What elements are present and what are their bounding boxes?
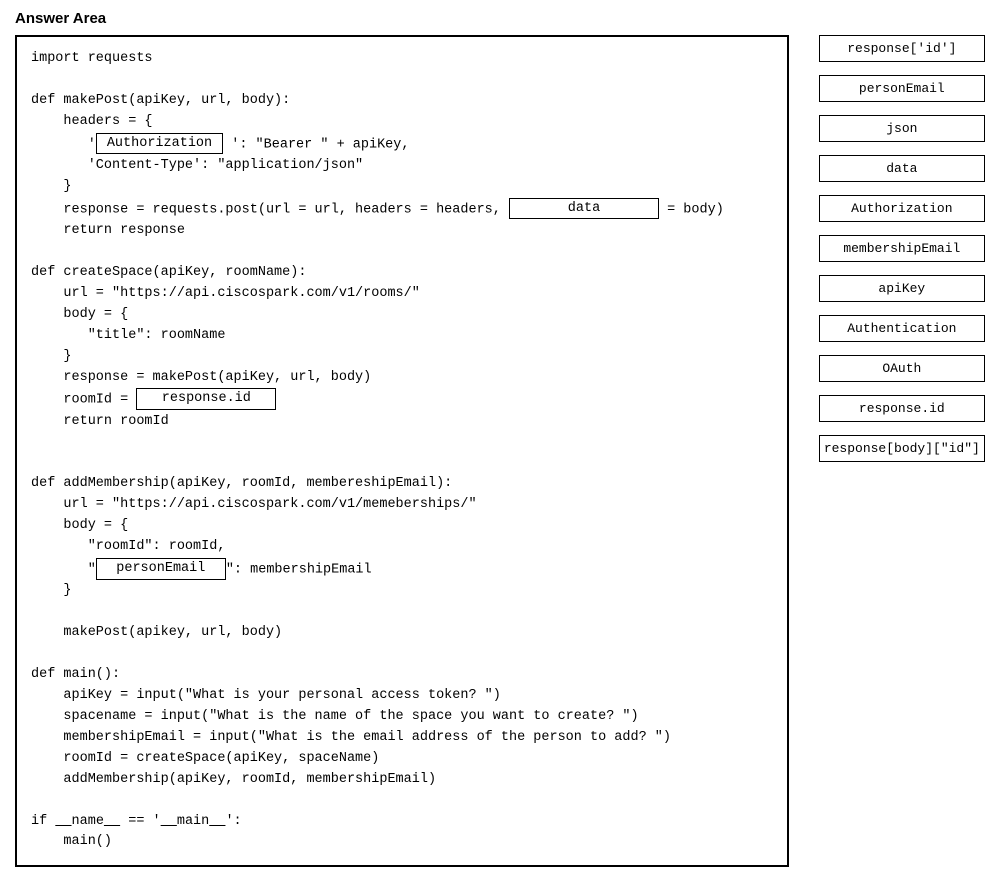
dunder-main bbox=[209, 814, 225, 829]
code-line: roomId = bbox=[31, 393, 136, 408]
code-line: ": membershipEmail bbox=[226, 563, 372, 578]
code-line: def createSpace(apiKey, roomName): bbox=[31, 265, 306, 280]
code-line: if bbox=[31, 814, 55, 829]
option-apikey[interactable]: apiKey bbox=[819, 275, 985, 302]
code-line: ' bbox=[31, 137, 96, 152]
code-line: return response bbox=[31, 223, 185, 238]
code-line: spacename = input("What is the name of t… bbox=[31, 709, 639, 724]
code-line: apiKey = input("What is your personal ac… bbox=[31, 688, 501, 703]
drop-target-data[interactable]: data bbox=[509, 198, 659, 220]
option-membershipemail[interactable]: membershipEmail bbox=[819, 235, 985, 262]
code-line: body = { bbox=[31, 518, 128, 533]
code-line: makePost(apikey, url, body) bbox=[31, 625, 282, 640]
code-line: = body) bbox=[659, 202, 724, 217]
dunder-name bbox=[55, 814, 71, 829]
option-response-id-bracket[interactable]: response['id'] bbox=[819, 35, 985, 62]
code-line: == ' bbox=[120, 814, 161, 829]
code-line: ': "Bearer " + apiKey, bbox=[231, 137, 409, 152]
option-data[interactable]: data bbox=[819, 155, 985, 182]
options-column: response['id'] personEmail json data Aut… bbox=[819, 35, 985, 462]
option-authentication[interactable]: Authentication bbox=[819, 315, 985, 342]
code-line: import requests bbox=[31, 51, 153, 66]
code-panel: import requests def makePost(apiKey, url… bbox=[15, 35, 789, 867]
code-line: } bbox=[31, 583, 72, 598]
code-line: membershipEmail = input("What is the ema… bbox=[31, 730, 671, 745]
code-line: main bbox=[177, 814, 209, 829]
code-line: def main(): bbox=[31, 667, 120, 682]
code-line: response = requests.post(url = url, head… bbox=[31, 202, 509, 217]
drop-target-authorization[interactable]: Authorization bbox=[96, 133, 223, 155]
code-line: name bbox=[72, 814, 104, 829]
dunder-name bbox=[104, 814, 120, 829]
option-authorization[interactable]: Authorization bbox=[819, 195, 985, 222]
code-line: url = "https://api.ciscospark.com/v1/mem… bbox=[31, 497, 477, 512]
code-line: } bbox=[31, 179, 72, 194]
code-line: 'Content-Type': "application/json" bbox=[31, 158, 363, 173]
option-response-id-dot[interactable]: response.id bbox=[819, 395, 985, 422]
option-oauth[interactable]: OAuth bbox=[819, 355, 985, 382]
drop-target-responseid[interactable]: response.id bbox=[136, 388, 276, 410]
content-row: import requests def makePost(apiKey, url… bbox=[15, 35, 985, 867]
code-line: def makePost(apiKey, url, body): bbox=[31, 93, 290, 108]
option-response-body-id[interactable]: response[body]["id"] bbox=[819, 435, 985, 462]
code-line: def addMembership(apiKey, roomId, member… bbox=[31, 476, 452, 491]
code-line: } bbox=[31, 349, 72, 364]
code-line: response = makePost(apiKey, url, body) bbox=[31, 370, 371, 385]
code-line: " bbox=[31, 563, 96, 578]
option-personemail[interactable]: personEmail bbox=[819, 75, 985, 102]
code-line: url = "https://api.ciscospark.com/v1/roo… bbox=[31, 286, 420, 301]
option-json[interactable]: json bbox=[819, 115, 985, 142]
drop-target-personemail[interactable]: personEmail bbox=[96, 558, 226, 580]
code-line: "title": roomName bbox=[31, 328, 225, 343]
answer-area-header: Answer Area bbox=[15, 10, 985, 27]
code-line: main() bbox=[31, 834, 112, 849]
code-line: roomId = createSpace(apiKey, spaceName) bbox=[31, 751, 379, 766]
code-line: body = { bbox=[31, 307, 128, 322]
dunder-main bbox=[161, 814, 177, 829]
code-line: return roomId bbox=[31, 414, 169, 429]
code-line: headers = { bbox=[31, 114, 153, 129]
code-line: "roomId": roomId, bbox=[31, 539, 225, 554]
code-line: ': bbox=[225, 814, 241, 829]
code-line: addMembership(apiKey, roomId, membership… bbox=[31, 772, 436, 787]
